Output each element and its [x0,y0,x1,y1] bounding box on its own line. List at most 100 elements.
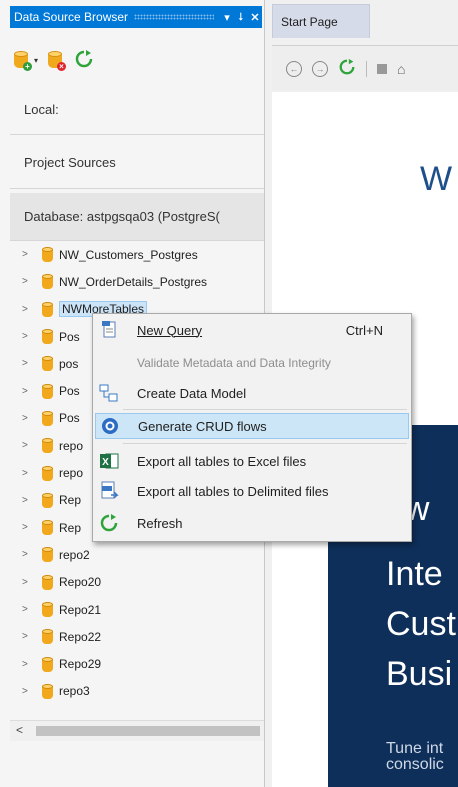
menu-separator [123,443,407,444]
tree-item-label: repo [59,438,84,453]
data-model-icon [99,383,119,403]
pin-icon[interactable]: ⭣ [234,11,248,24]
menu-item-export-delimited[interactable]: Export all tables to Delimited files [95,478,409,504]
refresh-icon [99,513,119,533]
database-table-icon [42,547,53,563]
panel-title-bar[interactable]: Data Source Browser ▾ ⭣ ✕ [10,6,262,28]
tree-item[interactable]: > NW_OrderDetails_Postgres [10,268,264,295]
tree-item-label: repo3 [59,684,90,699]
tree-item[interactable]: > Repo22 [10,623,264,650]
expand-chevron-icon[interactable]: > [22,468,36,479]
expand-chevron-icon[interactable]: > [22,549,36,560]
expand-chevron-icon[interactable]: > [22,249,36,260]
add-database-icon[interactable]: + [14,51,32,71]
tree-item-label: pos [59,356,79,371]
menu-label: New Query [137,322,203,338]
menu-label: Validate Metadata and Data Integrity [137,356,331,370]
add-dropdown-icon[interactable]: ▾ [34,56,38,65]
forward-icon[interactable]: → [312,60,328,77]
tree-item-label: Repo20 [59,575,102,590]
tab-start-page[interactable]: Start Page [272,4,370,38]
section-project-sources[interactable]: Project Sources [10,137,264,189]
expand-chevron-icon[interactable]: > [22,358,36,369]
context-menu: New Query Ctrl+N Validate Metadata and D… [92,313,412,542]
tree-item-label: Pos [59,384,80,399]
start-page-toolbar: ← → ⌂ [272,45,458,91]
stop-icon[interactable] [377,63,387,74]
expand-chevron-icon[interactable]: > [22,440,36,451]
database-table-icon [42,465,53,481]
database-table-icon [42,438,53,454]
tree-item-label: NW_Customers_Postgres [59,247,198,262]
menu-label: Generate CRUD flows [138,418,267,434]
expand-chevron-icon[interactable]: > [22,276,36,287]
menu-item-refresh[interactable]: Refresh [95,510,409,536]
tree-item-label: Repo22 [59,629,102,644]
menu-item-new-query[interactable]: New Query Ctrl+N [95,317,409,343]
database-table-icon [42,274,53,290]
tree-item-label: NW_OrderDetails_Postgres [59,274,208,289]
database-table-icon [42,656,53,672]
expand-chevron-icon[interactable]: > [22,577,36,588]
tree-item[interactable]: > repo2 [10,541,264,568]
tree-item-label: Repo21 [59,602,102,617]
tree-item[interactable]: > Repo20 [10,569,264,596]
section-local[interactable]: Local: [10,85,264,135]
menu-item-create-data-model[interactable]: Create Data Model [95,380,409,406]
tree-item-label: Pos [59,411,80,426]
panel-toolbar: + ▾ × [14,40,94,80]
expand-chevron-icon[interactable]: > [22,522,36,533]
expand-chevron-icon[interactable]: > [22,413,36,424]
tree-item[interactable]: > NW_Customers_Postgres [10,241,264,268]
tree-item-label: repo2 [59,547,90,562]
tree-item-label: repo [59,466,84,481]
database-table-icon [42,301,53,317]
panel-title: Data Source Browser [14,10,129,24]
csv-file-icon [99,481,119,501]
new-query-icon [99,320,119,340]
database-table-icon [42,247,53,263]
section-database[interactable]: Database: astpgsqa03 (PostgreS( [10,193,264,241]
tree-item-label: Repo29 [59,657,102,672]
menu-label: Export all tables to Excel files [137,453,307,469]
database-table-icon [42,410,53,426]
tree-item-label: Pos [59,329,80,344]
expand-chevron-icon[interactable]: > [22,331,36,342]
menu-item-generate-crud[interactable]: Generate CRUD flows [95,413,409,439]
menu-label: Create Data Model [137,385,247,401]
remove-database-icon[interactable]: × [48,51,67,71]
database-table-icon [42,602,53,617]
scroll-left-icon[interactable]: < [16,723,23,737]
gear-icon [100,416,120,436]
tree-item-label: Rep [59,520,82,535]
database-table-icon [42,492,53,508]
banner-line: Inte [386,555,443,593]
expand-chevron-icon[interactable]: > [22,604,36,615]
tree-item[interactable]: > Repo21 [10,596,264,623]
back-icon[interactable]: ← [286,60,302,77]
menu-separator [123,409,407,410]
dropdown-icon[interactable]: ▾ [220,11,234,24]
toolbar-divider [366,60,367,77]
banner-line: Busi [386,655,453,693]
expand-chevron-icon[interactable]: > [22,659,36,670]
home-icon[interactable]: ⌂ [397,61,405,77]
tree-item[interactable]: > Repo29 [10,650,264,677]
horizontal-scrollbar[interactable]: < [10,720,264,741]
database-table-icon [42,629,53,645]
expand-chevron-icon[interactable]: > [22,631,36,642]
expand-chevron-icon[interactable]: > [22,304,36,315]
refresh-icon[interactable] [74,49,94,72]
scrollbar-thumb[interactable] [36,726,260,736]
expand-chevron-icon[interactable]: > [22,686,36,697]
tree-item[interactable]: > repo3 [10,678,264,705]
drag-grip[interactable] [134,14,214,20]
database-table-icon [42,383,53,399]
section-project-sources-label: Project Sources [24,155,116,170]
shortcut-label: Ctrl+N [345,322,383,338]
expand-chevron-icon[interactable]: > [22,495,36,506]
menu-item-export-excel[interactable]: X Export all tables to Excel files [95,448,409,474]
refresh-page-icon[interactable] [338,58,356,79]
close-icon[interactable]: ✕ [248,11,262,24]
expand-chevron-icon[interactable]: > [22,386,36,397]
